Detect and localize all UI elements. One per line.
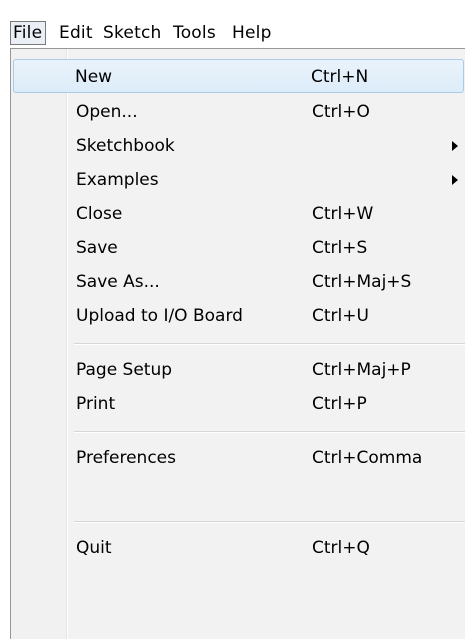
menu-item-label: Upload to I/O Board <box>76 306 243 326</box>
menu-sketch[interactable]: Sketch <box>103 21 161 45</box>
menu-item-label: Save As... <box>76 272 160 292</box>
menu-item-sketchbook[interactable]: Sketchbook <box>13 129 464 163</box>
menu-item-label: Preferences <box>76 448 176 468</box>
menu-item-upload[interactable]: Upload to I/O Board Ctrl+U <box>13 299 464 333</box>
menu-item-label: Quit <box>76 538 112 558</box>
menu-item-new[interactable]: New Ctrl+N <box>13 59 464 93</box>
menu-item-shortcut: Ctrl+O <box>312 102 370 122</box>
file-menu-dropdown: New Ctrl+N Open... Ctrl+O Sketchbook Exa… <box>10 48 465 639</box>
menu-item-save-as[interactable]: Save As... Ctrl+Maj+S <box>13 265 464 299</box>
menu-item-print[interactable]: Print Ctrl+P <box>13 387 464 421</box>
menu-separator <box>74 343 465 345</box>
menu-item-label: Examples <box>76 170 159 190</box>
screen: File Edit Sketch Tools Help New Ctrl+N O… <box>0 0 465 639</box>
menu-item-label: Close <box>76 204 123 224</box>
menu-item-shortcut: Ctrl+N <box>311 67 369 87</box>
menu-item-shortcut: Ctrl+W <box>312 204 374 224</box>
menu-item-label: Open... <box>76 102 138 122</box>
menu-file[interactable]: File <box>10 21 47 45</box>
menu-item-preferences[interactable]: Preferences Ctrl+Comma <box>13 441 464 475</box>
menu-item-shortcut: Ctrl+P <box>312 394 367 414</box>
menu-separator <box>74 521 465 523</box>
menu-item-shortcut: Ctrl+Comma <box>312 448 423 468</box>
menu-item-shortcut: Ctrl+U <box>312 306 369 326</box>
menu-item-close[interactable]: Close Ctrl+W <box>13 197 464 231</box>
menu-item-shortcut: Ctrl+Q <box>312 538 370 558</box>
submenu-arrow-icon <box>452 175 458 185</box>
menu-tools[interactable]: Tools <box>173 21 216 45</box>
menu-item-label: Save <box>76 238 118 258</box>
menu-separator <box>74 431 465 433</box>
menu-item-shortcut: Ctrl+Maj+S <box>312 272 412 292</box>
menu-item-shortcut: Ctrl+Maj+P <box>312 360 411 380</box>
menu-item-save[interactable]: Save Ctrl+S <box>13 231 464 265</box>
menu-item-shortcut: Ctrl+S <box>312 238 368 258</box>
menu-item-label: Sketchbook <box>76 136 175 156</box>
menu-item-page-setup[interactable]: Page Setup Ctrl+Maj+P <box>13 353 464 387</box>
menu-item-label: Print <box>76 394 116 414</box>
menu-edit[interactable]: Edit <box>59 21 93 45</box>
menu-item-label: Page Setup <box>76 360 173 380</box>
menu-item-examples[interactable]: Examples <box>13 163 464 197</box>
menu-bar: File Edit Sketch Tools Help <box>10 21 465 47</box>
menu-item-quit[interactable]: Quit Ctrl+Q <box>13 531 464 565</box>
menu-item-open[interactable]: Open... Ctrl+O <box>13 95 464 129</box>
menu-help[interactable]: Help <box>232 21 272 45</box>
menu-item-label: New <box>75 67 113 87</box>
submenu-arrow-icon <box>452 141 458 151</box>
